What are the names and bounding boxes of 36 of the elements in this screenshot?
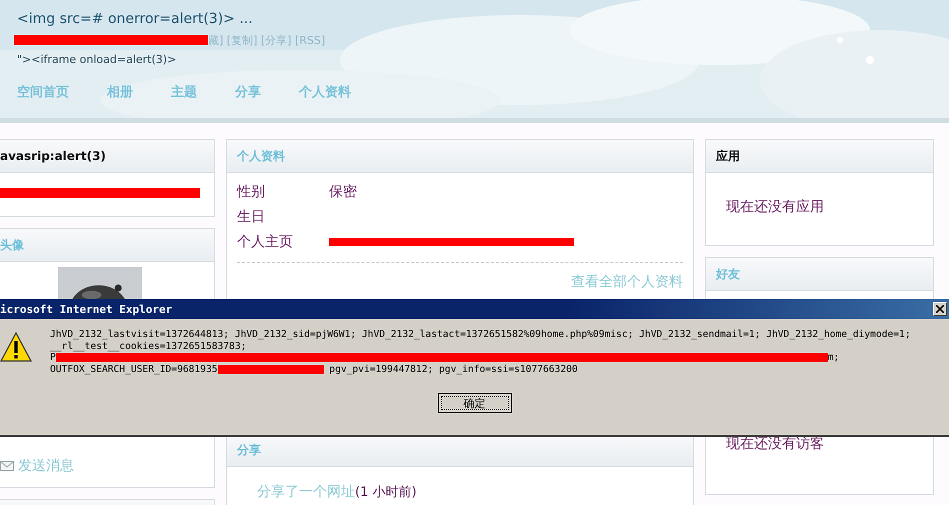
message-text: P (50, 352, 56, 364)
message-text: pgv_pvi=199447812; pgv_info=ssi=s1077663200 (328, 364, 578, 375)
ok-button[interactable]: 确定 (438, 393, 512, 413)
close-icon (936, 305, 944, 313)
nav-link[interactable]: 分享 (235, 83, 261, 101)
panel-title: 应用 (716, 148, 740, 164)
action-label: 发送消息 (18, 457, 74, 475)
space-subtitle: "><iframe onload=alert(3)> (17, 52, 178, 68)
field-label: 生日 (237, 208, 266, 226)
space-links[interactable]: 藏] [复制] [分享] [RSS] (208, 32, 326, 48)
message-text: JhVD_2132_lastvisit=1372644813; JhVD_2132_sid=pjW6W1; JhVD_2132_lastact=1372651582%09home.php%09misc; JhVD_2132_sendmail=1; JhVD_2132_home_diymode=1; (50, 329, 911, 340)
empty-message: 现在还没有应用 (725, 198, 825, 216)
send-message-link[interactable]: 发送消息 (0, 457, 74, 475)
share-link[interactable]: 分享了一个网址 (257, 484, 355, 500)
close-button[interactable] (933, 302, 947, 316)
panel-title: 头像 (0, 236, 24, 254)
warning-icon (0, 331, 32, 363)
space-title: <img src=# onerror=alert(3)> ... (17, 10, 254, 29)
field-label: 性别 (237, 182, 266, 200)
nav-link[interactable]: 个人资料 (299, 83, 351, 101)
nav-link[interactable]: 主题 (171, 83, 197, 101)
field-label: 个人主页 (237, 232, 294, 250)
panel-title: 个人资料 (237, 148, 285, 164)
nav-link[interactable]: 空间首页 (17, 83, 69, 101)
panel-title: 分享 (237, 442, 261, 458)
message-text: __rl__test__cookies=1372651583783; (50, 340, 246, 352)
field-value: 保密 (329, 182, 357, 200)
view-all-link[interactable]: 查看全部个人资料 (571, 274, 683, 290)
share-time: (1 小时前) (355, 485, 417, 500)
nav-link[interactable]: 相册 (107, 83, 133, 101)
panel-title: 好友 (716, 266, 740, 282)
dialog-title: icrosoft Internet Explorer (0, 302, 172, 316)
empty-message: 现在还没有访客 (725, 435, 825, 453)
panel-title: avasrip:alert(3) (0, 149, 106, 163)
message-text: m; (828, 352, 840, 364)
message-text: OUTFOX_SEARCH_USER_ID=9681935 (50, 364, 218, 375)
